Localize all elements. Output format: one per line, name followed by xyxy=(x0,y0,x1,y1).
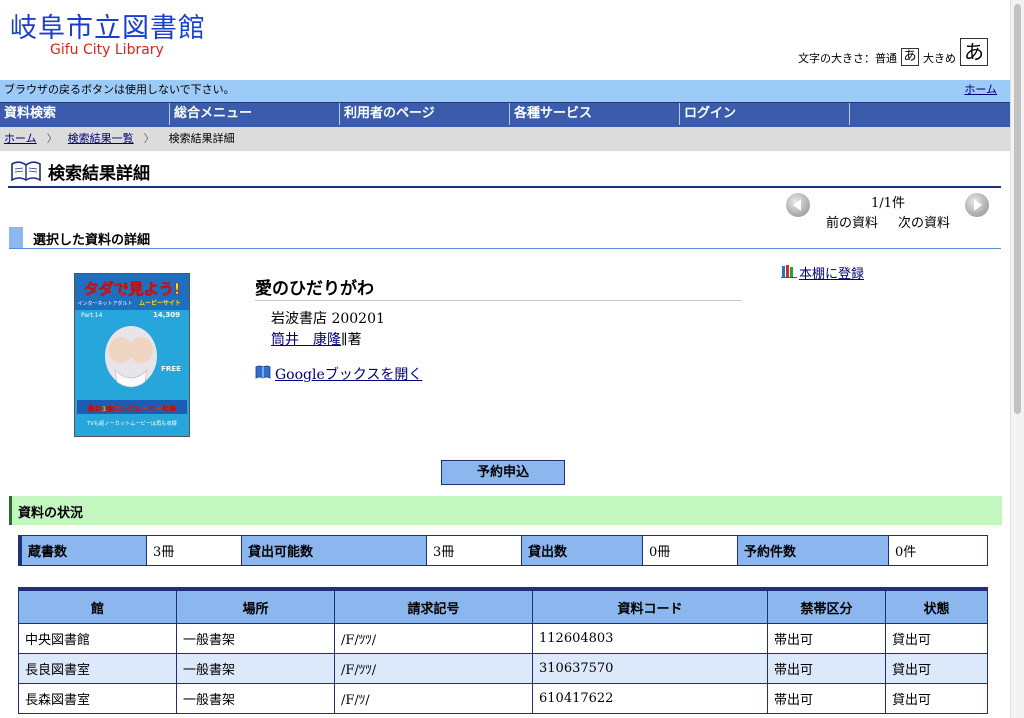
google-books-row: Googleブックスを開く xyxy=(255,364,422,384)
cell-call-number: /F/ﾂﾂ/ xyxy=(334,623,533,654)
summary-value: 0件 xyxy=(888,535,988,566)
bookshelf-row: 本棚に登録 xyxy=(781,263,864,282)
notice-bar: ブラウザの戻るボタンは使用しないで下さい。 ホーム xyxy=(0,80,1010,102)
cover-count: 14,309 xyxy=(153,311,180,319)
cell-library: 長森図書室 xyxy=(18,683,177,714)
table-row: 中央図書館 一般書架 /F/ﾂﾂ/ 112604803 帯出可 貸出可 xyxy=(18,623,988,654)
author-line: 筒井 康隆∥著 xyxy=(271,329,361,349)
summary-value: 3冊 xyxy=(426,535,522,566)
cell-location: 一般書架 xyxy=(176,653,335,684)
table-row: 長森図書室 一般書架 /F/ﾂ/ 610417622 帯出可 貸出可 xyxy=(18,683,988,714)
bookshelf-icon xyxy=(781,264,797,282)
nav-item-user-page[interactable]: 利用者のページ xyxy=(340,103,510,125)
page-title: 検索結果詳細 xyxy=(48,164,150,184)
cell-call-number: /F/ﾂ/ xyxy=(334,683,533,714)
section-header-detail: 選択した資料の詳細 xyxy=(9,227,1001,249)
publisher-date: 岩波書店 200201 xyxy=(271,311,385,327)
author-role: ∥著 xyxy=(341,332,362,348)
title-divider xyxy=(255,300,742,301)
nav-item-services[interactable]: 各種サービス xyxy=(510,103,680,125)
font-size-label: 文字の大きさ：普通 xyxy=(798,52,897,65)
bookshelf-link[interactable]: 本棚に登録 xyxy=(799,263,864,282)
column-header: 請求記号 xyxy=(334,588,533,624)
book-title: 愛のひだりがわ xyxy=(255,279,374,299)
font-size-switcher: 文字の大きさ：普通 あ 大きめ あ xyxy=(798,38,988,66)
cover-subtitle-b: ムービーサイト xyxy=(139,299,181,307)
cover-free: FREE xyxy=(161,365,181,373)
summary-label: 貸出数 xyxy=(521,535,643,566)
breadcrumb-current: 検索結果詳細 xyxy=(168,132,235,145)
notice-message: ブラウザの戻るボタンは使用しないで下さい。 xyxy=(4,83,235,96)
breadcrumb-results[interactable]: 検索結果一覧 xyxy=(68,132,134,145)
summary-label: 予約件数 xyxy=(737,535,889,566)
nav-item-login[interactable]: ログイン xyxy=(680,103,850,125)
cover-footer: TVも超ノーカットムービーは再も収録 xyxy=(86,419,178,427)
column-header: 状態 xyxy=(885,588,988,624)
cell-restriction: 帯出可 xyxy=(767,683,886,714)
blue-book-icon xyxy=(255,365,271,383)
home-link[interactable]: ホーム xyxy=(964,80,997,100)
cell-status: 貸出可 xyxy=(885,623,988,654)
cell-status: 貸出可 xyxy=(885,653,988,684)
font-size-normal-button[interactable]: あ xyxy=(901,48,919,66)
summary-label: 蔵書数 xyxy=(19,535,147,566)
cell-item-code: 610417622 xyxy=(532,683,768,714)
page-title-row: 検索結果詳細 xyxy=(8,156,1001,188)
breadcrumb-home[interactable]: ホーム xyxy=(4,132,37,145)
column-header: 館 xyxy=(18,588,177,624)
column-header: 資料コード xyxy=(532,588,768,624)
cell-restriction: 帯出可 xyxy=(767,623,886,654)
scrollbar-thumb[interactable] xyxy=(1014,4,1021,414)
cell-item-code: 310637570 xyxy=(532,653,768,684)
column-header: 禁帯区分 xyxy=(767,588,886,624)
holdings-summary-table: 蔵書数 3冊 貸出可能数 3冊 貸出数 0冊 予約件数 0件 xyxy=(18,535,988,566)
google-books-link[interactable]: Googleブックスを開く xyxy=(275,364,422,384)
logo-japanese[interactable]: 岐阜市立図書館 xyxy=(10,6,206,45)
section-title: 資料の状況 xyxy=(18,506,84,521)
cell-item-code: 112604803 xyxy=(532,623,768,654)
cover-subtitle-a: インターネットアダルト xyxy=(77,300,132,307)
column-header: 場所 xyxy=(176,588,335,624)
breadcrumb-separator: 〉 xyxy=(143,132,155,145)
table-header-row: 館 場所 請求記号 資料コード 禁帯区分 状態 xyxy=(18,588,988,624)
section-header-status: 資料の状況 xyxy=(9,496,1002,525)
open-book-icon xyxy=(10,160,42,186)
cell-library: 長良図書室 xyxy=(18,653,177,684)
cell-location: 一般書架 xyxy=(176,683,335,714)
cell-location: 一般書架 xyxy=(176,623,335,654)
holdings-table: 館 場所 請求記号 資料コード 禁帯区分 状態 中央図書館 一般書架 /F/ﾂﾂ… xyxy=(18,587,988,714)
author-link[interactable]: 筒井 康隆 xyxy=(271,332,341,348)
table-row: 長良図書室 一般書架 /F/ﾂﾂ/ 310637570 帯出可 貸出可 xyxy=(18,653,988,684)
reserve-button[interactable]: 予約申込 xyxy=(441,460,565,485)
section-title: 選択した資料の詳細 xyxy=(33,233,151,248)
nav-item-menu[interactable]: 総合メニュー xyxy=(170,103,340,125)
breadcrumb: ホーム〉検索結果一覧〉検索結果詳細 xyxy=(0,127,1010,151)
pager-count: 1/1件 xyxy=(871,196,905,211)
font-size-large-label: 大きめ xyxy=(923,52,956,65)
site-header: 岐阜市立図書館 Gifu City Library 文字の大きさ：普通 あ 大き… xyxy=(0,0,1010,80)
book-cover-image: タダで見よう! インターネットアダルト ムービーサイト Part.14 14,3… xyxy=(74,273,190,437)
vertical-scrollbar[interactable] xyxy=(1010,0,1024,718)
font-size-large-button[interactable]: あ xyxy=(960,38,988,66)
summary-label: 貸出可能数 xyxy=(241,535,427,566)
cell-call-number: /F/ﾂﾂ/ xyxy=(334,653,533,684)
logo-english[interactable]: Gifu City Library xyxy=(50,42,164,58)
arrow-right-circle-icon[interactable] xyxy=(965,193,989,217)
breadcrumb-separator: 〉 xyxy=(46,132,58,145)
section-marker xyxy=(9,227,23,248)
cover-feature: 最新1億ロングムービー特集 xyxy=(88,404,178,413)
cover-part: Part.14 xyxy=(81,312,103,319)
arrow-left-circle-icon[interactable] xyxy=(786,193,810,217)
cell-library: 中央図書館 xyxy=(18,623,177,654)
summary-value: 0冊 xyxy=(642,535,738,566)
summary-row: 蔵書数 3冊 貸出可能数 3冊 貸出数 0冊 予約件数 0件 xyxy=(19,535,988,566)
cell-restriction: 帯出可 xyxy=(767,653,886,684)
nav-item-search[interactable]: 資料検索 xyxy=(0,103,170,125)
cell-status: 貸出可 xyxy=(885,683,988,714)
cover-title: タダで見よう! xyxy=(84,280,181,298)
summary-value: 3冊 xyxy=(146,535,242,566)
main-nav: 資料検索 総合メニュー 利用者のページ 各種サービス ログイン xyxy=(0,102,1010,127)
